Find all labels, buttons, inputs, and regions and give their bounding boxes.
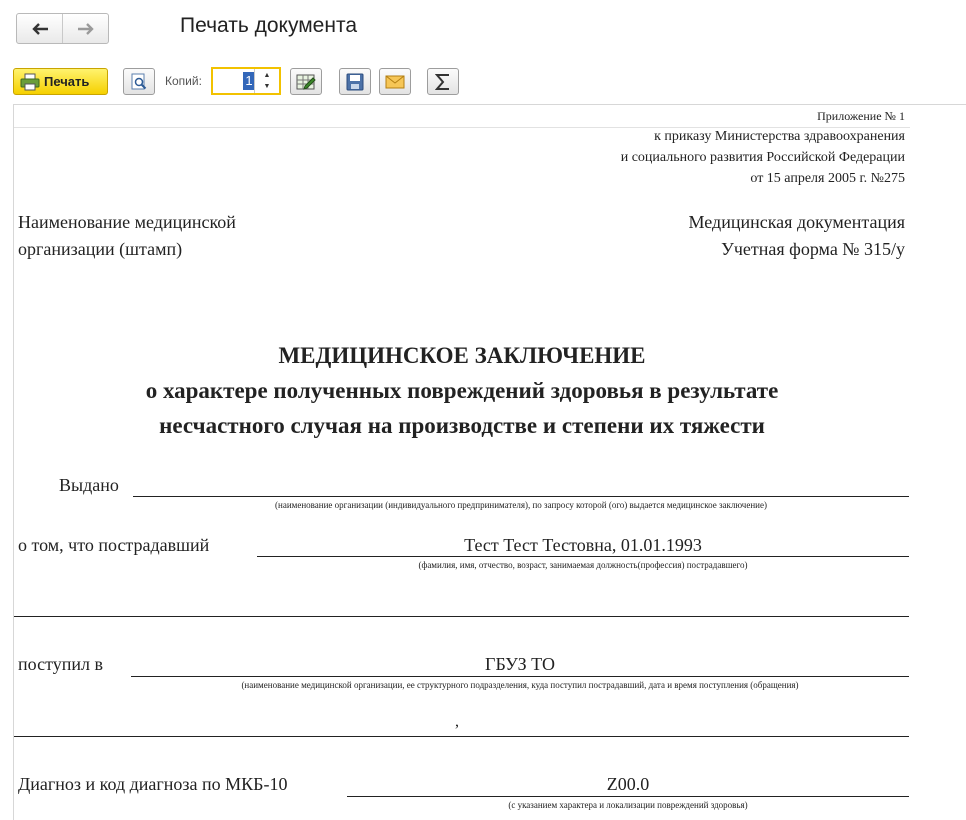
admitted-value: ГБУЗ ТО bbox=[485, 654, 555, 674]
envelope-icon bbox=[385, 75, 405, 88]
edit-button[interactable] bbox=[290, 68, 322, 95]
forward-button[interactable] bbox=[62, 14, 108, 43]
org-name-line-1: Наименование медицинской bbox=[18, 212, 236, 232]
navigation-buttons bbox=[16, 13, 109, 44]
victim-field-line bbox=[257, 556, 909, 557]
comma-separator: , bbox=[455, 713, 459, 730]
arrow-left-icon bbox=[31, 22, 48, 35]
chevron-down-icon: ▼ bbox=[263, 83, 271, 90]
issued-field-line bbox=[133, 496, 909, 497]
blank-line-2 bbox=[14, 736, 909, 737]
diagnosis-label: Диагноз и код диагноза по МКБ-10 bbox=[18, 774, 288, 794]
diagnosis-hint: (с указанием характера и локализации пов… bbox=[508, 800, 748, 810]
order-line-2: и социального развития Российской Федера… bbox=[620, 150, 905, 165]
appendix-number: Приложение № 1 bbox=[817, 109, 905, 123]
diagnosis-field-line bbox=[347, 796, 909, 797]
send-email-button[interactable] bbox=[379, 68, 411, 95]
copies-input[interactable]: 1 ▲ ▼ bbox=[211, 67, 281, 95]
magnifier-page-icon bbox=[131, 73, 147, 89]
copies-stepper[interactable]: ▲ ▼ bbox=[254, 69, 279, 93]
arrow-right-icon bbox=[77, 22, 94, 35]
medical-doc-line-1: Медицинская документация bbox=[688, 212, 905, 232]
document-subheading-2: несчастного случая на производстве и сте… bbox=[159, 413, 765, 438]
preview-button[interactable] bbox=[123, 68, 155, 95]
medical-doc-line-2: Учетная форма № 315/у bbox=[721, 239, 905, 259]
document-subheading-1: о характере полученных повреждений здоро… bbox=[145, 378, 779, 403]
chevron-up-icon: ▲ bbox=[263, 72, 271, 79]
victim-label: о том, что пострадавший bbox=[18, 535, 210, 555]
blank-line-1 bbox=[14, 616, 909, 617]
printer-icon bbox=[20, 73, 40, 90]
header-divider bbox=[14, 127, 910, 128]
org-name-line-2: организации (штамп) bbox=[18, 239, 183, 259]
sigma-icon bbox=[435, 73, 449, 90]
admitted-hint: (наименование медицинской организации, е… bbox=[241, 680, 799, 690]
issued-hint: (наименование организации (индивидуально… bbox=[275, 500, 767, 510]
floppy-disk-icon bbox=[346, 73, 364, 90]
admitted-field-line bbox=[131, 676, 909, 677]
window-title: Печать документа bbox=[180, 14, 358, 37]
print-button-label: Печать bbox=[44, 74, 90, 89]
copies-label: Копий: bbox=[165, 74, 202, 88]
save-button[interactable] bbox=[339, 68, 371, 95]
edit-table-icon bbox=[296, 74, 316, 90]
order-line-1: к приказу Министерства здравоохранения bbox=[654, 129, 905, 144]
issued-label: Выдано bbox=[59, 475, 119, 495]
admitted-label: поступил в bbox=[18, 654, 103, 674]
order-line-3: от 15 апреля 2005 г. №275 bbox=[750, 171, 905, 186]
sum-button[interactable] bbox=[427, 68, 459, 95]
document-heading: МЕДИЦИНСКОЕ ЗАКЛЮЧЕНИЕ bbox=[278, 343, 646, 368]
print-button[interactable]: Печать bbox=[13, 68, 108, 95]
victim-hint: (фамилия, имя, отчество, возраст, занима… bbox=[418, 560, 748, 570]
document-preview[interactable]: Приложение № 1 к приказу Министерства зд… bbox=[13, 104, 966, 820]
diagnosis-value: Z00.0 bbox=[606, 774, 650, 794]
victim-value: Тест Тест Тестовна, 01.01.1993 bbox=[464, 535, 702, 555]
back-button[interactable] bbox=[17, 14, 62, 43]
